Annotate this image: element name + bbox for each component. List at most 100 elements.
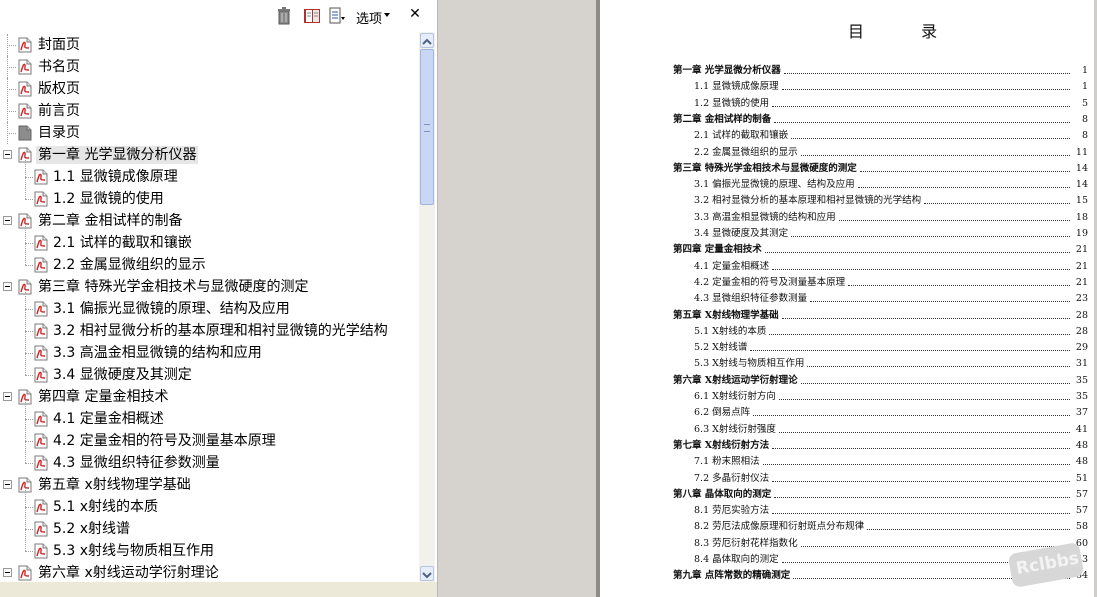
toc-section-row[interactable]: 7.1 粉末照相法 48 [600, 454, 1090, 470]
tree-connector [7, 67, 16, 68]
toc-chapter-row[interactable]: 第八章 晶体取向的测定 57 [600, 487, 1090, 503]
collapse-toggle-icon[interactable] [3, 216, 12, 225]
toc-section-row[interactable]: 5.2 X射线谱 29 [600, 340, 1090, 356]
bookmark-label: 版权页 [38, 81, 80, 97]
toc-chapter-row[interactable]: 第七章 X射线衍射方法 48 [600, 438, 1090, 454]
toc-section-row[interactable]: 5.1 X射线的本质 28 [600, 324, 1090, 340]
toc-page-number: 21 [1075, 261, 1088, 272]
toc-section-row[interactable]: 7.2 多晶衍射仪法 51 [600, 471, 1090, 487]
collapse-toggle-icon[interactable] [3, 282, 12, 291]
toc-section-row[interactable]: 3.2 相衬显微分析的基本原理和相衬显微镜的光学结构 15 [600, 193, 1090, 209]
toc-page-number: 18 [1075, 212, 1088, 223]
toc-entry-label: 6.1 X射线衍射方向 [694, 391, 776, 402]
collapse-toggle-icon[interactable] [3, 480, 12, 489]
bookmark-item[interactable]: 书名页 [0, 56, 419, 78]
bookmark-label: 前言页 [38, 103, 80, 119]
collapse-toggle-icon[interactable] [3, 150, 12, 159]
bookmark-subitem[interactable]: 3.3 高温金相显微镜的结构和应用 [0, 331, 419, 364]
bookmark-item[interactable]: 第三章 特殊光学金相技术与显微硬度的测定 [0, 276, 419, 298]
toc-chapter-row[interactable]: 第六章 X射线运动学衍射理论 35 [600, 373, 1090, 389]
toc-section-row[interactable]: 1.2 显微镜的使用 5 [600, 96, 1090, 112]
bookmark-subitem[interactable]: 2.2 金属显微组织的显示 [0, 243, 419, 276]
chevron-down-icon[interactable] [384, 13, 390, 17]
toc-chapter-row[interactable]: 第五章 X射线物理学基础 28 [600, 308, 1090, 324]
options-menu-button[interactable]: 选项 [356, 8, 382, 27]
bookmark-item[interactable]: 第五章 x射线物理学基础 [0, 474, 419, 496]
bookmark-label: 4.1 定量金相概述 [53, 411, 164, 427]
toc-page-number: 48 [1075, 440, 1088, 451]
toc-section-row[interactable]: 3.1 偏振光显微镜的原理、结构及应用 14 [600, 177, 1090, 193]
bookmark-item[interactable]: 版权页 [0, 78, 419, 100]
bookmark-item[interactable]: 目录页 [0, 122, 419, 144]
bookmarks-horizontal-scrollbar[interactable] [0, 582, 437, 597]
toc-section-row[interactable]: 8.3 劳厄衍射花样指数化 60 [600, 536, 1090, 552]
bookmark-subitem[interactable]: 5.3 x射线与物质相互作用 [0, 529, 419, 562]
toc-chapter-row[interactable]: 第一章 光学显微分析仪器 1 [600, 63, 1090, 79]
book-icon[interactable] [303, 7, 321, 25]
toc-section-row[interactable]: 6.2 倒易点阵 37 [600, 405, 1090, 421]
toc-section-row[interactable]: 4.3 显微组织特征参数测量 23 [600, 291, 1090, 307]
toc-section-row[interactable]: 2.1 试样的截取和镶嵌 8 [600, 128, 1090, 144]
toc-dot-leader [924, 203, 1070, 204]
pdf-page-icon [34, 235, 48, 251]
bookmark-subitem[interactable]: 1.2 显微镜的使用 [0, 177, 419, 210]
toc-section-row[interactable]: 4.2 定量金相的符号及测量基本原理 21 [600, 275, 1090, 291]
toc-section-row[interactable]: 6.3 X射线衍射强度 41 [600, 422, 1090, 438]
scroll-down-button[interactable] [420, 566, 434, 581]
bookmark-subitem[interactable]: 5.2 x射线谱 [0, 507, 419, 540]
toc-dot-leader [772, 513, 1070, 514]
toc-section-row[interactable]: 4.1 定量金相概述 21 [600, 259, 1090, 275]
bookmark-subitem[interactable]: 1.1 显微镜成像原理 [0, 155, 419, 188]
bookmark-item[interactable]: 封面页 [0, 34, 419, 56]
tree-connector [7, 100, 8, 122]
toc-section-row[interactable]: 1.1 显微镜成像原理 1 [600, 79, 1090, 95]
tree-connector [25, 485, 26, 507]
toc-section-row[interactable]: 2.2 金属显微组织的显示 11 [600, 145, 1090, 161]
toc-chapter-row[interactable]: 第四章 定量金相技术 21 [600, 242, 1090, 258]
scroll-up-button[interactable] [420, 33, 434, 48]
bookmark-item[interactable]: 第二章 金相试样的制备 [0, 210, 419, 232]
tree-connector [25, 309, 26, 331]
toc-dot-leader [765, 252, 1070, 253]
tree-connector [25, 155, 26, 177]
toc-entry-label: 4.1 定量金相概述 [694, 261, 770, 272]
toc-dot-leader [779, 399, 1070, 400]
toc-chapter-row[interactable]: 第二章 金相试样的制备 8 [600, 112, 1090, 128]
toc-section-row[interactable]: 8.1 劳厄实验方法 57 [600, 503, 1090, 519]
toc-entry-label: 5.1 X射线的本质 [694, 326, 767, 337]
bookmark-item[interactable]: 前言页 [0, 100, 419, 122]
bookmark-subitem[interactable]: 5.1 x射线的本质 [0, 485, 419, 518]
collapse-toggle-icon[interactable] [3, 568, 12, 577]
watermark-text: Rclbbs [1014, 548, 1081, 580]
toc-entry-label: 6.2 倒易点阵 [694, 407, 751, 418]
bookmark-subitem[interactable]: 4.3 显微组织特征参数测量 [0, 441, 419, 474]
toc-section-row[interactable]: 6.1 X射线衍射方向 35 [600, 389, 1090, 405]
bookmarks-vertical-scrollbar[interactable] [419, 32, 435, 582]
pdf-page-icon [34, 257, 48, 273]
trash-icon[interactable] [277, 7, 291, 25]
toc-entry-label: 5.3 X射线与物质相互作用 [694, 358, 805, 369]
scroll-thumb[interactable] [420, 49, 434, 205]
toc-section-row[interactable]: 5.3 X射线与物质相互作用 31 [600, 356, 1090, 372]
toc-section-row[interactable]: 3.4 显微硬度及其测定 19 [600, 226, 1090, 242]
tree-connector [25, 177, 33, 178]
bookmark-subitem[interactable]: 4.1 定量金相概述 [0, 397, 419, 430]
bookmark-subitem[interactable]: 3.4 显微硬度及其测定 [0, 353, 419, 386]
toc-page-number: 5 [1081, 98, 1088, 109]
toc-section-row[interactable]: 3.3 高温金相显微镜的结构和应用 18 [600, 210, 1090, 226]
close-icon[interactable]: ✕ [408, 5, 422, 23]
toc-section-row[interactable]: 8.2 劳厄法成像原理和衍射斑点分布规律 58 [600, 519, 1090, 535]
bookmark-item[interactable]: 第四章 定量金相技术 [0, 386, 419, 408]
toc-chapter-row[interactable]: 第三章 特殊光学金相技术与显微硬度的测定 14 [600, 161, 1090, 177]
collapse-toggle-icon[interactable] [3, 392, 12, 401]
properties-icon[interactable] [329, 7, 345, 25]
bookmark-subitem[interactable]: 4.2 定量金相的符号及测量基本原理 [0, 419, 419, 452]
toc-page-number: 23 [1075, 293, 1088, 304]
bookmark-subitem[interactable]: 2.1 试样的截取和镶嵌 [0, 221, 419, 254]
bookmark-item[interactable]: 第六章 x射线运动学衍射理论 [0, 562, 419, 582]
bookmark-subitem[interactable]: 3.1 偏振光显微镜的原理、结构及应用 [0, 287, 419, 320]
bookmark-item[interactable]: 第一章 光学显微分析仪器 [0, 144, 419, 166]
toc-dot-leader [774, 122, 1070, 123]
bookmark-subitem[interactable]: 3.2 相衬显微分析的基本原理和相衬显微镜的光学结构 [0, 309, 419, 342]
toc-page-number: 28 [1075, 310, 1088, 321]
